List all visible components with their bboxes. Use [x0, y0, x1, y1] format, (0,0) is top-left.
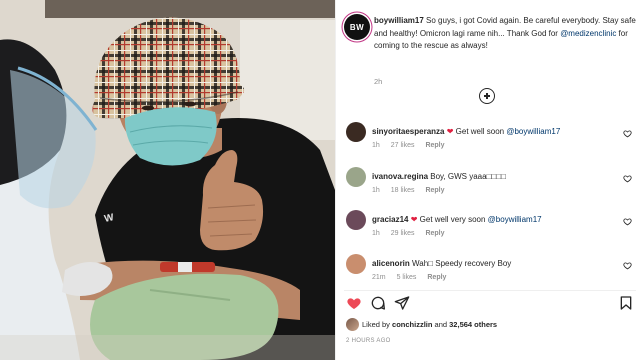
reply-button[interactable]: Reply	[425, 230, 444, 237]
comment-meta: 1h 27 likes Reply	[372, 142, 454, 149]
owner-username[interactable]: boywilliam17	[374, 16, 424, 25]
caption-time[interactable]: 2h	[374, 77, 382, 86]
heart-outline-icon[interactable]	[623, 129, 632, 138]
comment-item: graciaz14 ❤ Get well very soon @boywilli…	[344, 210, 636, 246]
comment-body: Boy, GWS yaaa□□□□	[430, 172, 506, 181]
heart-outline-icon[interactable]	[623, 217, 632, 226]
heart-outline-icon[interactable]	[623, 174, 632, 183]
plus-circle-icon[interactable]	[479, 88, 495, 104]
comment-username[interactable]: sinyoritaesperanza	[372, 127, 444, 136]
comment-username[interactable]: ivanova.regina	[372, 172, 428, 181]
comment-item: sinyoritaesperanza ❤ Get well soon @boyw…	[344, 122, 636, 158]
commenter-avatar[interactable]	[346, 167, 366, 187]
reply-button[interactable]: Reply	[425, 142, 444, 149]
comment-body: Get well very soon	[419, 215, 488, 224]
comment-icon[interactable]	[370, 295, 386, 311]
likes-count[interactable]: 32,564 others	[449, 320, 497, 329]
heart-emoji-icon: ❤	[410, 215, 418, 224]
owner-avatar[interactable]: BW	[344, 14, 370, 40]
comment-likes[interactable]: 5 likes	[397, 274, 417, 281]
reply-button[interactable]: Reply	[425, 187, 444, 194]
comment-text: ivanova.regina Boy, GWS yaaa□□□□	[372, 171, 622, 182]
post-sidebar: BW boywilliam17 So guys, i got Covid aga…	[335, 0, 640, 360]
reply-button[interactable]: Reply	[427, 274, 446, 281]
posted-time[interactable]: 2 HOURS AGO	[346, 338, 391, 344]
liker-username[interactable]: conchizzlin	[392, 320, 432, 329]
liker-avatar[interactable]	[346, 318, 359, 331]
comment-likes[interactable]: 29 likes	[391, 230, 415, 237]
comment-likes[interactable]: 18 likes	[391, 187, 415, 194]
comment-time[interactable]: 1h	[372, 142, 380, 149]
comment-mention[interactable]: @boywilliam17	[488, 215, 542, 224]
commenter-avatar[interactable]	[346, 254, 366, 274]
comment-username[interactable]: graciaz14	[372, 215, 408, 224]
caption-text: boywilliam17 So guys, i got Covid again.…	[374, 15, 636, 53]
comment-time[interactable]: 1h	[372, 187, 380, 194]
comment-text: graciaz14 ❤ Get well very soon @boywilli…	[372, 214, 622, 225]
instagram-post-view: W BW boywilliam17 So guys, i got Covid a…	[0, 0, 640, 360]
likes-text: Liked by conchizzlin and 32,564 others	[362, 320, 497, 329]
heart-outline-icon[interactable]	[623, 261, 632, 270]
caption-line1: So guys, i got Covid again. Be careful e…	[426, 16, 601, 25]
comment-time[interactable]: 1h	[372, 230, 380, 237]
comment-time[interactable]: 21m	[372, 274, 386, 281]
comment-mention[interactable]: @boywilliam17	[506, 127, 560, 136]
comment-likes[interactable]: 27 likes	[391, 142, 415, 149]
post-photo[interactable]: W	[0, 0, 335, 360]
comment-body: Wah□ Speedy recovery Boy	[412, 259, 512, 268]
caption-mention[interactable]: @medizenclinic	[560, 29, 616, 38]
comment-item: ivanova.regina Boy, GWS yaaa□□□□ 1h 18 l…	[344, 167, 636, 203]
likes-summary: Liked by conchizzlin and 32,564 others	[344, 318, 636, 332]
comment-meta: 21m 5 likes Reply	[372, 274, 455, 281]
photo-illustration: W	[0, 0, 335, 360]
comment-body: Get well soon	[455, 127, 507, 136]
likes-prefix: Liked by	[362, 319, 393, 329]
comment-text: alicenorin Wah□ Speedy recovery Boy	[372, 258, 622, 269]
comment-meta: 1h 18 likes Reply	[372, 187, 454, 194]
commenter-avatar[interactable]	[346, 122, 366, 142]
post-actions	[344, 290, 636, 311]
commenter-avatar[interactable]	[346, 210, 366, 230]
comment-text: sinyoritaesperanza ❤ Get well soon @boyw…	[372, 126, 622, 137]
comment-meta: 1h 29 likes Reply	[372, 230, 454, 237]
bookmark-icon[interactable]	[618, 295, 634, 311]
comment-username[interactable]: alicenorin	[372, 259, 410, 268]
send-icon[interactable]	[394, 295, 410, 311]
heart-filled-icon[interactable]	[346, 295, 362, 311]
comment-item: alicenorin Wah□ Speedy recovery Boy 21m …	[344, 254, 636, 290]
likes-middle: and	[432, 319, 450, 329]
heart-emoji-icon: ❤	[446, 127, 454, 136]
owner-avatar-initials: BW	[349, 22, 365, 32]
